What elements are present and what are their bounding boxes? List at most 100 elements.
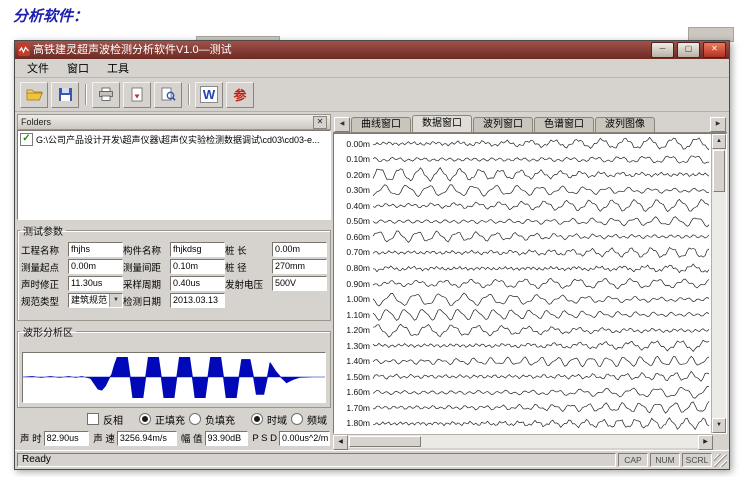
tab-scroll-right-button[interactable]: ▶ xyxy=(710,117,726,132)
close-button[interactable]: ✕ xyxy=(703,42,726,58)
vertical-scroll-thumb[interactable] xyxy=(713,150,725,192)
freq-domain-radio[interactable] xyxy=(291,413,303,425)
positive-fill-radio[interactable] xyxy=(139,413,151,425)
invert-checkbox[interactable] xyxy=(87,413,99,425)
depth-label: 0.40m xyxy=(334,201,373,211)
time-correction-field[interactable]: 11.30us xyxy=(68,276,123,291)
amplitude-value[interactable]: 93.90dB xyxy=(205,431,249,446)
pile-length-field[interactable]: 0.00m xyxy=(272,242,327,257)
spec-type-label: 规范类型 xyxy=(21,294,68,308)
waveform-trace xyxy=(373,214,709,229)
menu-window[interactable]: 窗口 xyxy=(59,59,97,77)
trace-row[interactable]: 0.30m xyxy=(334,183,709,199)
menu-tools[interactable]: 工具 xyxy=(99,59,137,77)
window-titlebar[interactable]: 高铁建灵超声波检测分析软件V1.0—测试 ─ ▢ ✕ xyxy=(15,41,729,59)
open-button[interactable] xyxy=(20,82,48,108)
tab-scroll-left-button[interactable]: ◀ xyxy=(334,117,350,132)
view-tabs: ◀ 曲线窗口 数据窗口 波列窗口 色谱窗口 波列图像 ▶ xyxy=(333,114,727,133)
horizontal-scroll-thumb[interactable] xyxy=(349,436,421,447)
tab-curve-window[interactable]: 曲线窗口 xyxy=(351,117,411,132)
measurement-readouts: 声 时 82.90us 声 速 3256.94m/s 幅 值 93.90dB P… xyxy=(18,429,330,447)
waveform-analysis-title: 波形分析区 xyxy=(20,324,76,339)
measure-start-field[interactable]: 0.00m xyxy=(68,259,123,274)
toolbar: W 参 xyxy=(15,78,729,112)
waveform-trace xyxy=(373,261,709,276)
trace-display[interactable]: 0.00m 0.10m 0.20m 0.30m 0.40m 0.50m 0.60… xyxy=(333,133,727,434)
scroll-up-button[interactable]: ▲ xyxy=(712,134,726,149)
trace-row[interactable]: 0.40m xyxy=(334,198,709,214)
trace-row[interactable]: 1.00m xyxy=(334,291,709,307)
measure-start-label: 测量起点 xyxy=(21,260,68,274)
scroll-down-button[interactable]: ▼ xyxy=(712,418,726,433)
scroll-right-button[interactable]: ▶ xyxy=(698,435,713,450)
trace-row[interactable]: 1.40m xyxy=(334,353,709,369)
waveform-trace xyxy=(373,338,709,353)
scroll-left-button[interactable]: ◀ xyxy=(333,435,348,450)
save-button[interactable] xyxy=(51,82,79,108)
trace-row[interactable]: 0.90m xyxy=(334,276,709,292)
component-name-field[interactable]: fhjkdsg xyxy=(170,242,225,257)
project-name-field[interactable]: fhjhs xyxy=(68,242,123,257)
trace-row[interactable]: 0.10m xyxy=(334,152,709,168)
trace-row[interactable]: 1.50m xyxy=(334,369,709,385)
minimize-button[interactable]: ─ xyxy=(651,42,674,58)
printer-icon xyxy=(98,87,114,102)
waveform-trace xyxy=(373,369,709,384)
tab-wavelist-image[interactable]: 波列图像 xyxy=(595,117,655,132)
trace-row[interactable]: 0.50m xyxy=(334,214,709,230)
pile-diameter-field[interactable]: 270mm xyxy=(272,259,327,274)
tab-wavelist-window[interactable]: 波列窗口 xyxy=(473,117,533,132)
psd-value[interactable]: 0.00us^2/m xyxy=(279,431,330,446)
sample-period-field[interactable]: 0.40us xyxy=(170,276,225,291)
parameter-button[interactable]: 参 xyxy=(226,82,254,108)
depth-label: 1.60m xyxy=(334,387,373,397)
trace-row[interactable]: 1.60m xyxy=(334,385,709,401)
trace-row[interactable]: 0.70m xyxy=(334,245,709,261)
menu-bar: 文件 窗口 工具 xyxy=(15,59,729,78)
save-icon xyxy=(58,87,73,102)
trace-row[interactable]: 0.60m xyxy=(334,229,709,245)
horizontal-scrollbar[interactable]: ◀ ▶ xyxy=(333,434,713,448)
trace-row[interactable]: 1.70m xyxy=(334,400,709,416)
sound-time-label: 声 时 xyxy=(20,431,42,445)
folder-tree-item[interactable]: ✓ G:\公司产品设计开发\超声仪器\超声仪实验检测数据调试\cd03\cd03… xyxy=(20,133,328,146)
trace-row[interactable]: 1.30m xyxy=(334,338,709,354)
sound-speed-label: 声 速 xyxy=(93,431,115,445)
waveform-analysis-group: 波形分析区 xyxy=(17,324,331,408)
resize-grip[interactable] xyxy=(714,454,727,467)
print-button[interactable] xyxy=(92,82,120,108)
word-export-button[interactable]: W xyxy=(195,82,223,108)
waveform-analysis-plot[interactable] xyxy=(22,352,326,403)
measure-spacing-field[interactable]: 0.10m xyxy=(170,259,225,274)
scrollbar-corner xyxy=(713,434,727,448)
trace-row[interactable]: 0.00m xyxy=(334,136,709,152)
depth-label: 1.50m xyxy=(334,372,373,382)
trace-row[interactable]: 1.10m xyxy=(334,307,709,323)
waveform-trace xyxy=(373,198,709,213)
negative-fill-radio[interactable] xyxy=(189,413,201,425)
folder-checkbox[interactable]: ✓ xyxy=(20,133,33,146)
sound-speed-value[interactable]: 3256.94m/s xyxy=(117,431,177,446)
trace-row[interactable]: 1.80m xyxy=(334,416,709,432)
spec-type-select[interactable]: 建筑规范 ▼ xyxy=(68,293,123,308)
tab-spectrum-window[interactable]: 色谱窗口 xyxy=(534,117,594,132)
voltage-field[interactable]: 500V xyxy=(272,276,327,291)
trace-row[interactable]: 0.20m xyxy=(334,167,709,183)
waveform-options: 反相 正填充 负填充 时域 频域 xyxy=(87,411,329,427)
test-date-field[interactable]: 2013.03.13 xyxy=(170,293,225,308)
maximize-button[interactable]: ▢ xyxy=(677,42,700,58)
tab-data-window[interactable]: 数据窗口 xyxy=(412,115,472,132)
trace-row[interactable]: 1.20m xyxy=(334,322,709,338)
depth-label: 1.40m xyxy=(334,356,373,366)
trace-row[interactable]: 0.80m xyxy=(334,260,709,276)
sound-time-value[interactable]: 82.90us xyxy=(44,431,90,446)
folders-tree: ✓ G:\公司产品设计开发\超声仪器\超声仪实验检测数据调试\cd03\cd03… xyxy=(17,130,331,220)
menu-file[interactable]: 文件 xyxy=(19,59,57,77)
depth-label: 0.20m xyxy=(334,170,373,180)
time-domain-radio[interactable] xyxy=(251,413,263,425)
preview-button[interactable] xyxy=(154,82,182,108)
export-button[interactable] xyxy=(123,82,151,108)
vertical-scrollbar[interactable]: ▲ ▼ xyxy=(711,134,726,433)
folders-close-button[interactable]: ✕ xyxy=(313,116,327,129)
depth-label: 1.30m xyxy=(334,341,373,351)
